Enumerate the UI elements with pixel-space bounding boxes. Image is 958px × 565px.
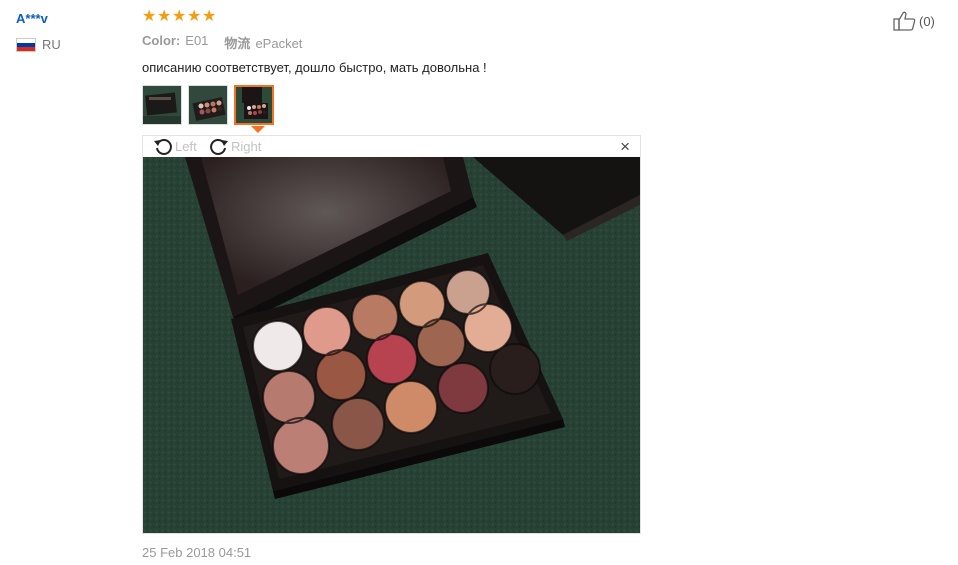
review-thumbnails (142, 85, 274, 125)
rotate-right-label: Right (231, 138, 262, 154)
rotate-left-button[interactable]: Left (153, 136, 197, 156)
logistics-value: ePacket (255, 36, 303, 51)
review-thumbnail[interactable] (188, 85, 228, 125)
logistics-label: 物流 (224, 36, 251, 51)
active-thumbnail-pointer (251, 126, 265, 133)
thumbs-up-icon (893, 11, 916, 31)
user-name[interactable]: A***v (16, 11, 48, 26)
rotate-left-icon (154, 139, 172, 155)
star-icon: ★ (202, 8, 217, 25)
rotate-right-button[interactable]: Right (209, 136, 261, 156)
star-icon: ★ (142, 8, 157, 25)
review-photo (143, 157, 640, 533)
helpful-count: (0) (919, 13, 935, 29)
country-code: RU (42, 37, 61, 52)
photo-viewer: Left Right × (142, 135, 641, 534)
logistics-attribute: 物流 ePacket (224, 33, 302, 52)
user-country: RU (16, 37, 61, 52)
color-label: Color: (142, 33, 181, 48)
helpful-button[interactable]: (0) (893, 10, 935, 32)
review-meta: Color: E01 物流 ePacket (142, 33, 302, 52)
rotate-right-icon (210, 139, 228, 155)
close-icon[interactable]: × (620, 138, 630, 155)
color-attribute: Color: E01 (142, 33, 208, 52)
viewer-toolbar: Left Right × (143, 136, 640, 157)
review-thumbnail-active[interactable] (234, 85, 274, 125)
review-text: описанию соответствует, дошло быстро, ма… (142, 60, 487, 75)
color-value: E01 (185, 33, 209, 48)
star-icon: ★ (172, 8, 187, 25)
review-thumbnail[interactable] (142, 85, 182, 125)
star-icon: ★ (187, 8, 202, 25)
star-icon: ★ (157, 8, 172, 25)
rotate-left-label: Left (175, 138, 197, 154)
review-date: 25 Feb 2018 04:51 (142, 545, 252, 560)
russia-flag-icon (16, 37, 36, 52)
rating-stars: ★ ★ ★ ★ ★ (142, 9, 216, 25)
